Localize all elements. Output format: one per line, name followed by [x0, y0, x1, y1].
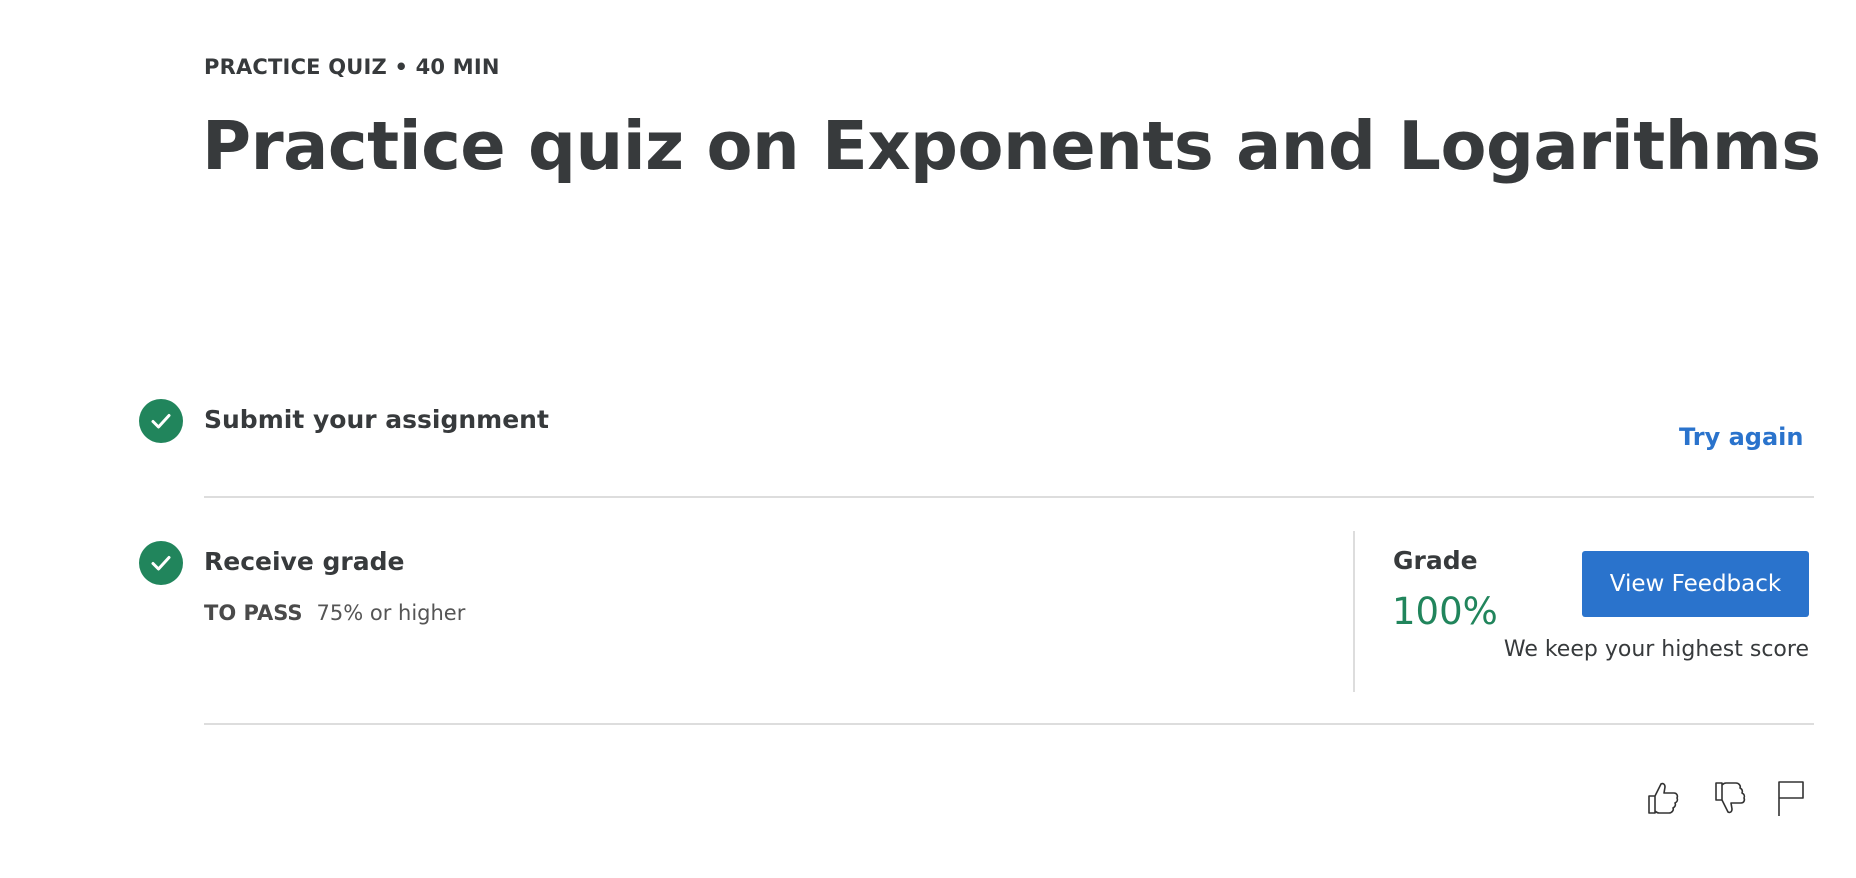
- highest-score-note: We keep your highest score: [1503, 637, 1809, 662]
- thumbs-up-icon[interactable]: [1640, 776, 1684, 820]
- check-circle-icon: [139, 399, 183, 443]
- flag-icon[interactable]: [1768, 776, 1812, 820]
- divider: [204, 723, 1814, 725]
- try-again-link[interactable]: Try again: [1679, 423, 1803, 451]
- pass-requirement: TO PASS 75% or higher: [204, 601, 465, 625]
- to-pass-value: 75% or higher: [316, 601, 466, 625]
- quiz-meta: PRACTICE QUIZ • 40 MIN: [204, 55, 500, 79]
- check-circle-icon: [139, 541, 183, 585]
- view-feedback-button[interactable]: View Feedback: [1582, 551, 1809, 617]
- vertical-divider: [1353, 531, 1355, 692]
- to-pass-label: TO PASS: [204, 601, 303, 625]
- grade-step-title: Receive grade: [204, 547, 405, 576]
- grade-label: Grade: [1393, 546, 1478, 575]
- divider: [204, 496, 1814, 498]
- submit-step-title: Submit your assignment: [204, 405, 549, 434]
- page-title: Practice quiz on Exponents and Logarithm…: [202, 107, 1821, 185]
- grade-value: 100%: [1392, 590, 1498, 633]
- thumbs-down-icon[interactable]: [1707, 776, 1751, 820]
